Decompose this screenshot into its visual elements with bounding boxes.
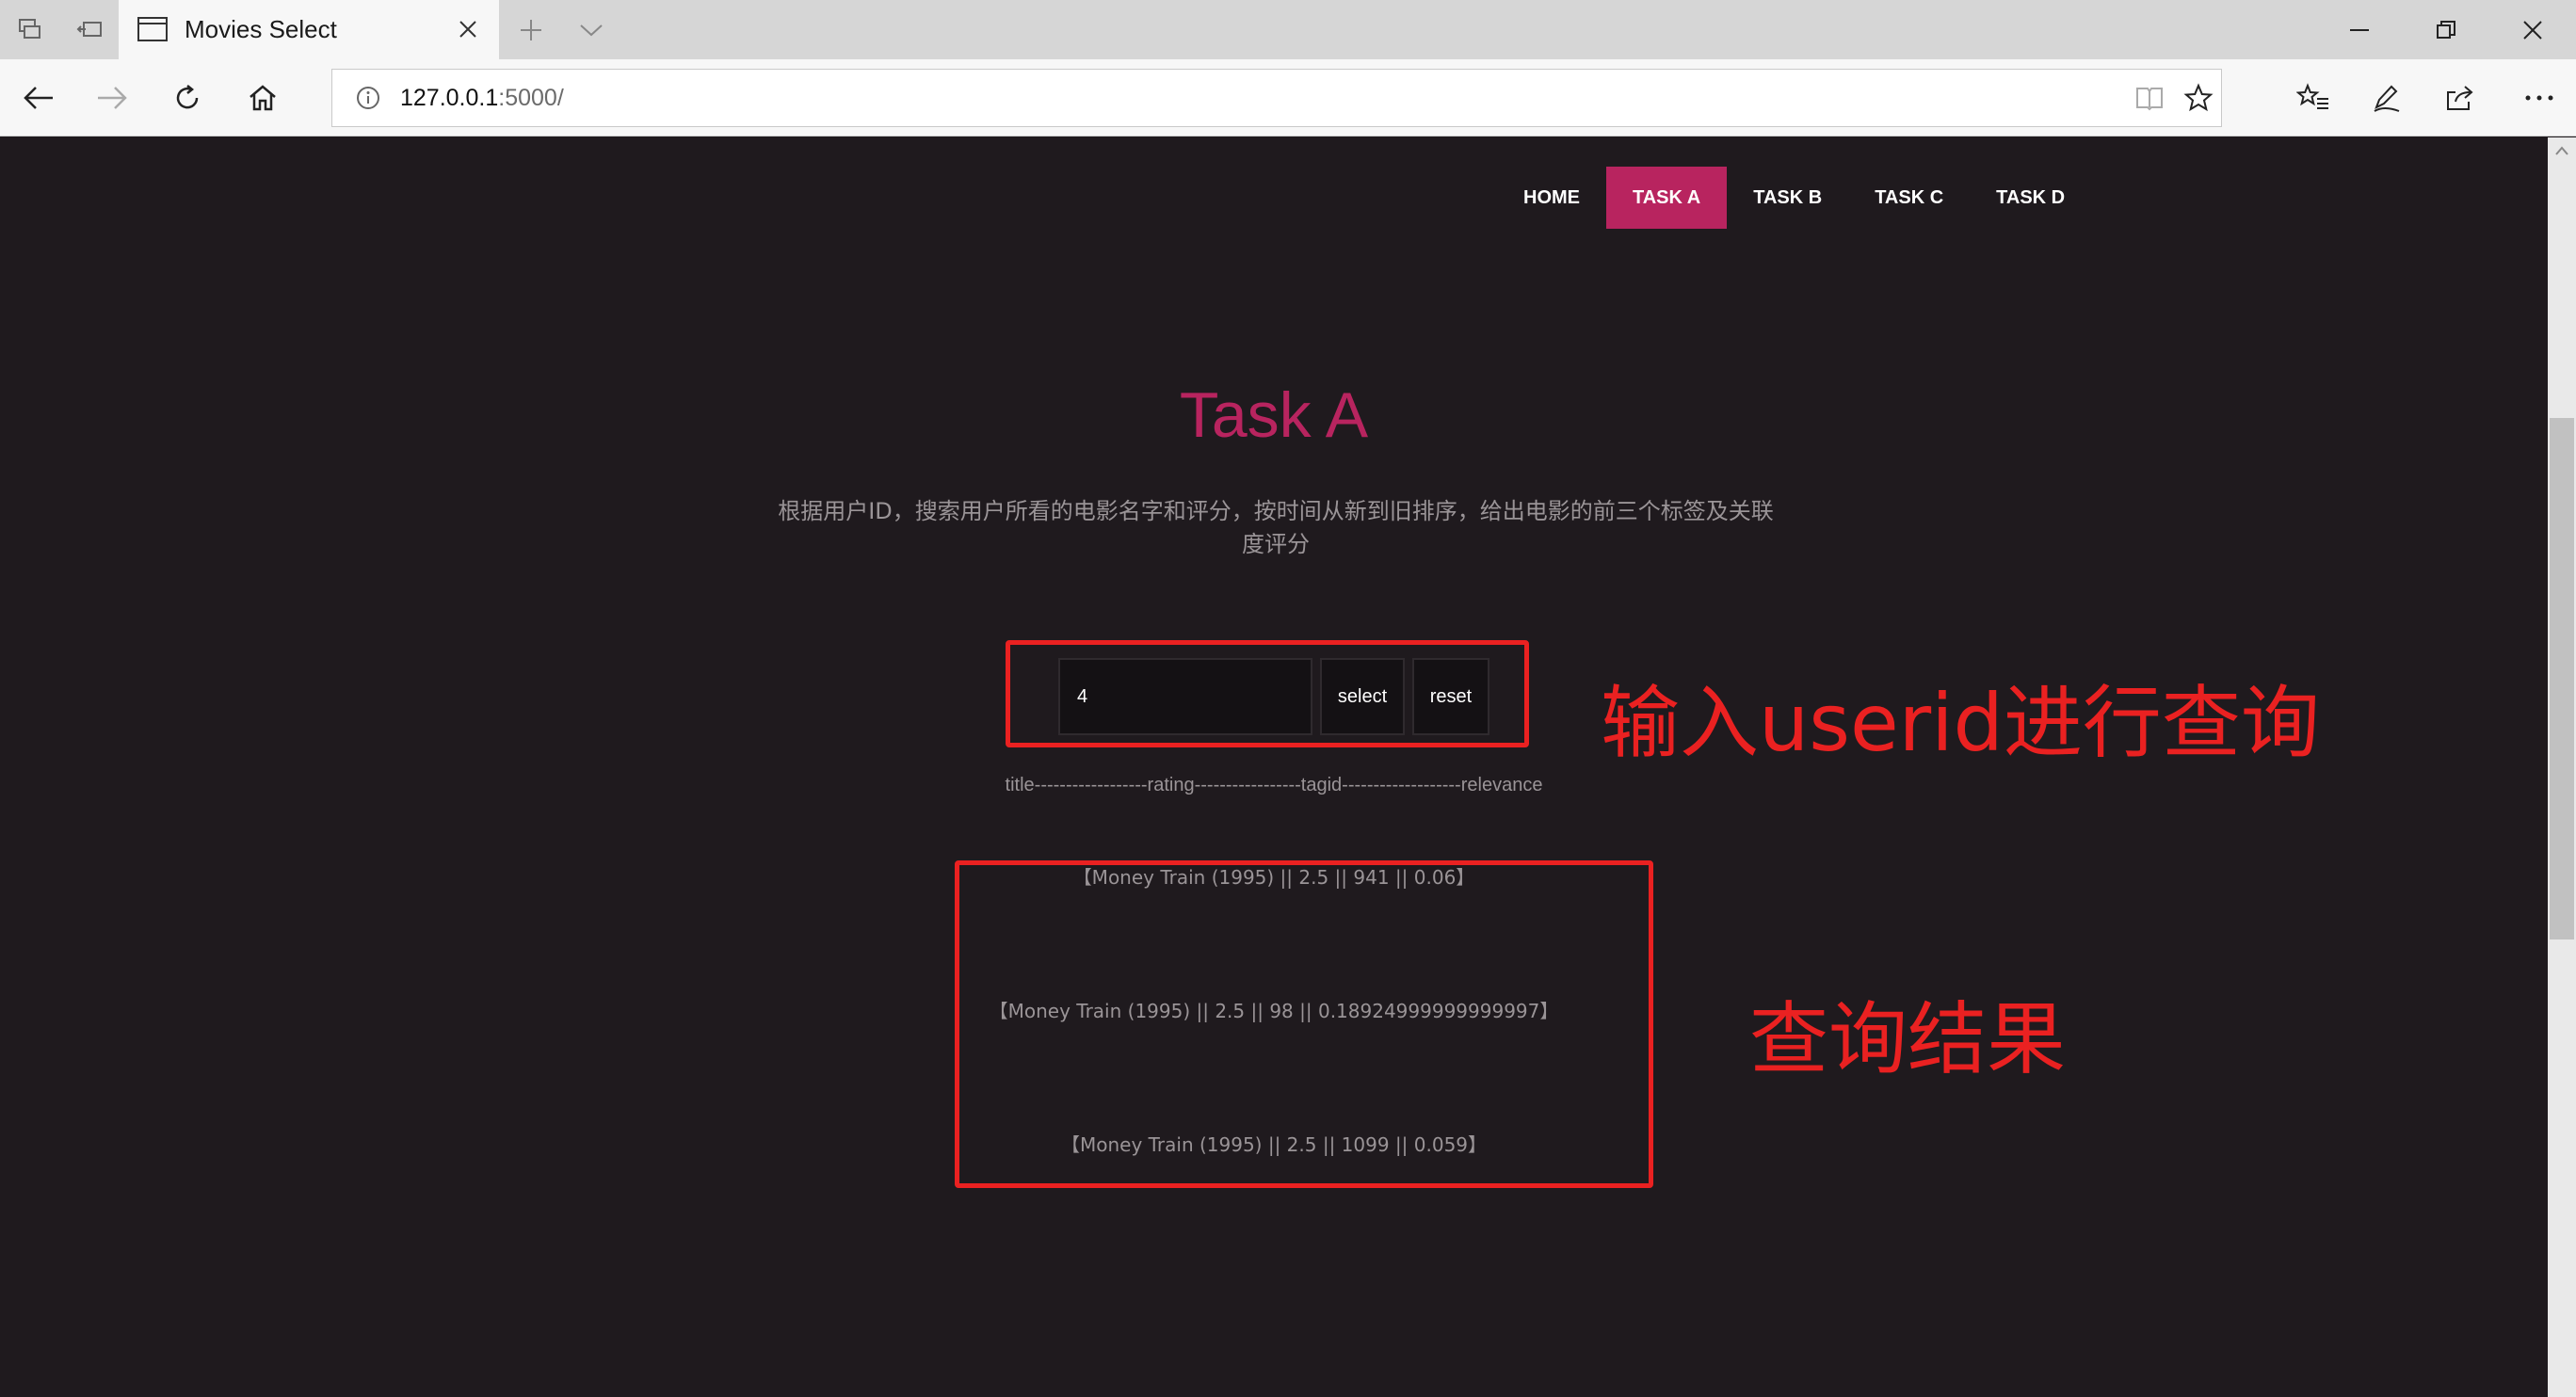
nav-home[interactable]: HOME [1497,167,1606,229]
site-info-icon[interactable] [340,70,396,126]
back-arrow-icon [24,87,53,109]
web-note-button[interactable] [2350,59,2423,136]
page-icon [137,17,168,46]
page-description: 根据用户ID，搜索用户所看的电影名字和评分，按时间从新到旧排序，给出电影的前三个… [778,498,1774,557]
result-annotation-label: 查询结果 [1749,993,2067,1085]
set-aside-tabs-icon[interactable] [72,0,109,59]
close-icon [2523,20,2542,40]
restore-button[interactable] [2403,0,2489,59]
favorites-hub-button[interactable] [2277,59,2350,136]
close-window-button[interactable] [2489,0,2576,59]
home-icon [250,85,276,111]
nav-task-a[interactable]: TASK A [1606,167,1728,229]
address-toolbar: 127.0.0.1:5000/ [0,59,2576,136]
result-header: title------------------rating-----------… [1005,775,1543,795]
refresh-icon [176,85,199,109]
page-content: HOME TASK A TASK B TASK C TASK D Task A … [0,137,2548,1397]
pen-icon [2374,85,2400,112]
scroll-up-arrow-icon[interactable] [2548,137,2576,164]
forward-button[interactable] [75,59,149,136]
url-text[interactable]: 127.0.0.1:5000/ [400,70,564,126]
nav-task-c[interactable]: TASK C [1848,167,1970,229]
minimize-button[interactable] [2316,0,2403,59]
home-button[interactable] [226,59,299,136]
close-tab-icon[interactable] [456,17,480,46]
nav-task-d[interactable]: TASK D [1970,167,2091,229]
share-button[interactable] [2423,59,2497,136]
tab-title: Movies Select [185,15,337,43]
refresh-button[interactable] [151,59,224,136]
forward-arrow-icon [98,87,127,109]
top-nav: HOME TASK A TASK B TASK C TASK D [1497,167,2091,229]
share-icon [2447,86,2473,110]
reading-view-icon[interactable] [2121,70,2178,126]
new-tab-icon[interactable] [514,0,548,59]
favorites-list-icon [2296,83,2328,109]
address-field[interactable]: 127.0.0.1:5000/ [331,69,2222,127]
nav-task-b[interactable]: TASK B [1727,167,1848,229]
page-scrollbar[interactable] [2548,137,2576,1397]
favorite-star-icon[interactable] [2170,70,2227,126]
more-dots-icon [2525,95,2553,101]
browser-tab-bar: Movies Select [0,0,2576,59]
back-button[interactable] [2,59,75,136]
tab-manager-icon[interactable] [11,0,49,59]
restore-icon [2437,20,2455,39]
minimize-icon [2350,28,2369,31]
scrollbar-thumb[interactable] [2550,418,2574,939]
page-title: Task A [1179,379,1369,451]
input-annotation-label: 输入userid进行查询 [1601,677,2320,769]
active-tab[interactable]: Movies Select [119,0,499,59]
result-annotation-box [955,860,1653,1188]
input-annotation-box [1006,640,1529,747]
more-options-button[interactable] [2503,59,2576,136]
tab-preview-chevron-icon[interactable] [572,0,610,59]
